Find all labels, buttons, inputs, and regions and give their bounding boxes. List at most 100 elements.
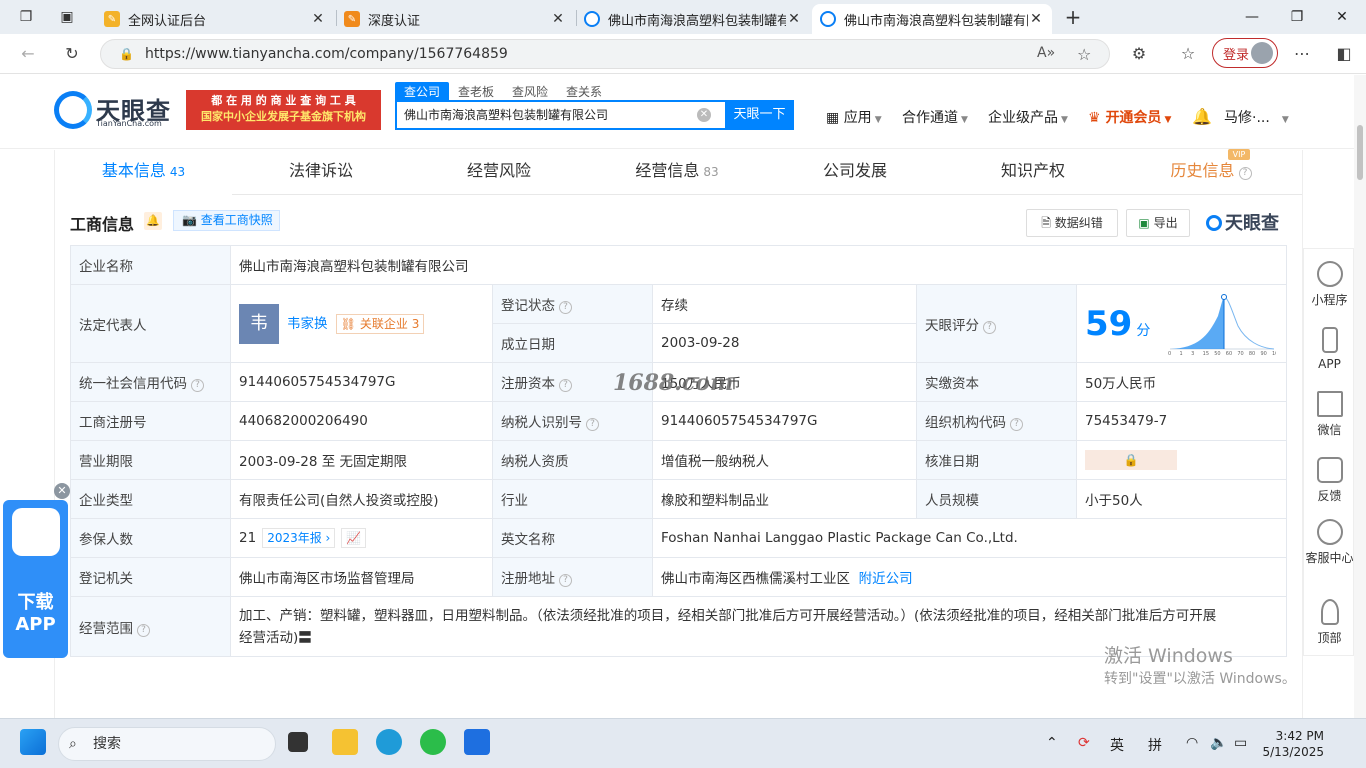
- grid-icon: ▦: [826, 110, 840, 126]
- download-app-float[interactable]: 下载 APP: [3, 500, 68, 658]
- wechat-icon[interactable]: [420, 729, 446, 755]
- workspaces-icon[interactable]: ❐: [17, 8, 35, 26]
- sidebar-item-feedback[interactable]: 反馈: [1304, 457, 1355, 504]
- file-explorer-icon[interactable]: [332, 729, 358, 755]
- tab-risk[interactable]: 经营风险: [410, 150, 588, 195]
- vip-lock-icon[interactable]: 🔒: [1085, 450, 1177, 470]
- help-icon[interactable]: ?: [586, 418, 599, 431]
- expand-icon[interactable]: 〓: [298, 630, 312, 646]
- task-view-icon[interactable]: [288, 732, 308, 752]
- tab-litigation[interactable]: 法律诉讼: [232, 150, 410, 195]
- lock-icon[interactable]: 🔒: [119, 47, 134, 61]
- trend-chart-icon[interactable]: 📈: [341, 528, 367, 548]
- score-axis-tick: 100: [1272, 351, 1276, 357]
- snapshot-button[interactable]: 📷 查看工商快照: [173, 210, 280, 231]
- scrollbar-thumb[interactable]: [1357, 125, 1363, 180]
- close-icon[interactable]: ✕: [1028, 11, 1044, 27]
- field-label-text: 纳税人识别号: [501, 415, 582, 431]
- refresh-icon[interactable]: ↻: [60, 42, 84, 66]
- tab-development[interactable]: 公司发展: [766, 150, 944, 195]
- nav-partners[interactable]: 合作通道 ▼: [902, 107, 968, 127]
- nav-enterprise[interactable]: 企业级产品 ▼: [988, 107, 1068, 127]
- legal-rep-avatar[interactable]: 韦: [239, 303, 279, 344]
- search-tab-boss[interactable]: 查老板: [449, 82, 503, 100]
- legal-rep-link[interactable]: 韦家换: [287, 316, 328, 332]
- favorites-icon[interactable]: ☆: [1176, 42, 1200, 66]
- favorite-star-icon[interactable]: ☆: [1077, 45, 1091, 64]
- window-close-icon[interactable]: ✕: [1328, 6, 1356, 28]
- sidebar-item-app[interactable]: APP: [1304, 327, 1355, 371]
- field-label: 纳税人资质: [492, 440, 653, 480]
- clear-search-icon[interactable]: ✕: [697, 108, 711, 122]
- read-aloud-icon[interactable]: A»: [1037, 45, 1055, 61]
- restore-icon[interactable]: ❐: [1283, 6, 1311, 28]
- browser-tab-3[interactable]: 佛山市南海浪高塑料包装制罐有限 ✕: [576, 4, 810, 34]
- browser-tab-4-active[interactable]: 佛山市南海浪高塑料包装制罐有限 ✕: [812, 4, 1052, 34]
- site-header: 天眼查 TianYanCha.com 都 在 用 的 商 业 查 询 工 具 国…: [0, 75, 1366, 149]
- help-icon[interactable]: ?: [137, 623, 150, 637]
- battery-icon[interactable]: ▭: [1234, 735, 1247, 751]
- close-icon[interactable]: ✕: [786, 11, 802, 27]
- sidebar-item-top[interactable]: 顶部: [1304, 599, 1355, 646]
- help-icon[interactable]: ?: [983, 320, 996, 334]
- sidebar-item-miniprogram[interactable]: 小程序: [1304, 261, 1355, 308]
- url-field[interactable]: 🔒 https://www.tianyancha.com/company/156…: [100, 39, 1110, 69]
- sidebar-toggle-icon[interactable]: ◧: [1332, 42, 1356, 66]
- notification-bell-icon[interactable]: 🔔: [1192, 107, 1212, 126]
- sync-icon[interactable]: ⟳: [1078, 735, 1090, 751]
- nav-apps[interactable]: ▦ 应用 ▼: [826, 107, 882, 127]
- browser-tab-1[interactable]: ✎ 全网认证后台 ✕: [96, 4, 334, 34]
- data-correction-button[interactable]: 🗎 数据纠错: [1026, 209, 1118, 237]
- start-icon[interactable]: [20, 729, 46, 755]
- help-icon[interactable]: ?: [559, 301, 572, 314]
- edge-icon[interactable]: [376, 729, 402, 755]
- annual-report-tag[interactable]: 2023年报 ›: [262, 528, 336, 548]
- tab-ip[interactable]: 知识产权: [944, 150, 1122, 195]
- tab-basic-info[interactable]: 基本信息 43: [55, 150, 232, 195]
- more-menu-icon[interactable]: ⋯: [1290, 42, 1314, 66]
- search-tab-company[interactable]: 查公司: [395, 82, 450, 100]
- taskbar-search[interactable]: ⌕ 搜索: [58, 727, 276, 761]
- close-icon[interactable]: ✕: [310, 11, 326, 27]
- sidebar-item-support[interactable]: 客服中心: [1304, 519, 1355, 566]
- new-tab-icon[interactable]: +: [1064, 7, 1082, 27]
- ime-language[interactable]: 英: [1110, 735, 1124, 755]
- promo-banner[interactable]: 都 在 用 的 商 业 查 询 工 具 国家中小企业发展子基金旗下机构: [186, 90, 381, 130]
- help-icon[interactable]: ?: [1010, 418, 1023, 431]
- help-icon[interactable]: ?: [559, 379, 572, 392]
- close-icon[interactable]: ✕: [550, 11, 566, 27]
- extensions-icon[interactable]: ⚙: [1127, 42, 1151, 66]
- industry-value: 橡胶和塑料制品业: [652, 479, 917, 519]
- back-icon[interactable]: ←: [16, 42, 40, 66]
- minimize-icon[interactable]: —: [1238, 6, 1266, 28]
- help-icon[interactable]: ?: [559, 574, 572, 587]
- system-clock[interactable]: 3:42 PM 5/13/2025: [1262, 728, 1324, 760]
- tab-actions-icon[interactable]: ▣: [58, 8, 76, 26]
- tab-history[interactable]: 历史信息?: [1122, 150, 1300, 195]
- close-icon[interactable]: ✕: [54, 483, 70, 499]
- search-tab-risk[interactable]: 查风险: [503, 82, 557, 100]
- login-button[interactable]: 登录: [1212, 38, 1278, 68]
- help-icon[interactable]: ?: [191, 379, 204, 392]
- export-button[interactable]: ▣ 导出: [1126, 209, 1190, 237]
- browser-tab-2[interactable]: ✎ 深度认证 ✕: [336, 4, 574, 34]
- tianyancha-logo[interactable]: 天眼查 TianYanCha.com: [54, 91, 178, 131]
- volume-icon[interactable]: 🔈: [1210, 735, 1227, 751]
- score-value: 59 分: [1085, 303, 1151, 344]
- tab-operations[interactable]: 经营信息 83: [588, 150, 766, 195]
- nearby-companies-link[interactable]: 附近公司: [859, 571, 913, 587]
- search-input[interactable]: 佛山市南海浪高塑料包装制罐有限公司 ✕: [395, 100, 725, 130]
- tray-overflow-icon[interactable]: ⌃: [1046, 735, 1058, 751]
- sidebar-item-wechat[interactable]: 微信: [1304, 391, 1355, 438]
- page-scrollbar[interactable]: [1354, 75, 1366, 718]
- search-button[interactable]: 天眼一下: [725, 100, 794, 130]
- tab-title: 全网认证后台: [128, 13, 207, 29]
- security-app-icon[interactable]: [464, 729, 490, 755]
- monitor-bell-icon[interactable]: 🔔: [144, 212, 162, 230]
- nav-vip[interactable]: ♛ 开通会员 ▼: [1088, 107, 1171, 127]
- ime-mode[interactable]: 拼: [1148, 735, 1162, 755]
- user-menu[interactable]: 马修·... ▼: [1224, 107, 1294, 127]
- search-tab-relation[interactable]: 查关系: [557, 82, 611, 100]
- wifi-icon[interactable]: ◠: [1186, 735, 1198, 751]
- related-companies-tag[interactable]: ⛓ 关联企业 3: [335, 313, 425, 334]
